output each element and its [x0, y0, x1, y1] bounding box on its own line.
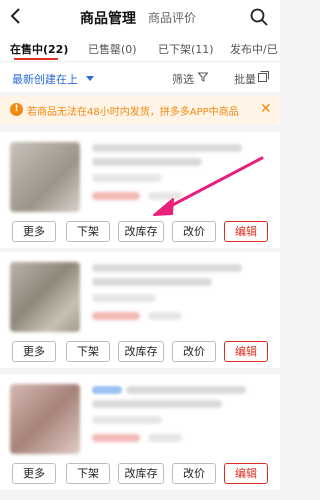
product-subtitle-blurred — [92, 278, 212, 286]
change-price-button[interactable]: 改价 — [172, 341, 216, 362]
product-sales-blurred — [148, 312, 182, 320]
edit-stock-button[interactable]: 改库存 — [118, 341, 164, 362]
active-tab-indicator — [14, 58, 58, 60]
more-button[interactable]: 更多 — [12, 341, 56, 362]
batch-icon[interactable] — [258, 71, 269, 82]
product-title-blurred — [126, 386, 246, 394]
page-title: 商品管理 — [80, 11, 136, 27]
change-price-button[interactable]: 改价 — [172, 463, 216, 484]
product-sales-blurred — [148, 434, 182, 442]
product-price-blurred — [92, 312, 140, 320]
tab-product-reviews[interactable]: 商品评价 — [148, 9, 196, 26]
close-icon[interactable]: ✕ — [260, 101, 272, 117]
delist-button[interactable]: 下架 — [66, 221, 110, 242]
tab-sold-out[interactable]: 已售罄(0) — [88, 41, 137, 57]
product-price-blurred — [92, 192, 140, 200]
product-card[interactable]: 更多 下架 改库存 改价 编辑 — [0, 132, 280, 248]
edit-button[interactable]: 编辑 — [224, 341, 268, 362]
change-price-button[interactable]: 改价 — [172, 221, 216, 242]
edit-button[interactable]: 编辑 — [224, 463, 268, 484]
product-thumbnail[interactable] — [10, 384, 80, 454]
edit-stock-button[interactable]: 改库存 — [118, 463, 164, 484]
status-tabs: 在售中(22) 已售罄(0) 已下架(11) 发布中/已 — [0, 34, 280, 62]
product-tag-blurred — [92, 386, 122, 394]
tab-delisted[interactable]: 已下架(11) — [158, 41, 214, 57]
filter-icon[interactable] — [198, 72, 208, 82]
search-icon[interactable] — [248, 6, 270, 28]
product-price-blurred — [92, 434, 140, 442]
product-card[interactable]: 更多 下架 改库存 改价 编辑 — [0, 252, 280, 368]
caret-down-icon[interactable] — [86, 76, 94, 81]
shipping-notice-banner: ! 若商品无法在48小时内发货，拼多多APP中商品 ✕ — [0, 96, 280, 124]
batch-button[interactable]: 批量 — [234, 71, 256, 87]
tab-publishing[interactable]: 发布中/已 — [230, 41, 278, 57]
tab-on-sale[interactable]: 在售中(22) — [10, 41, 68, 57]
more-button[interactable]: 更多 — [12, 221, 56, 242]
back-arrow-icon[interactable] — [6, 5, 28, 27]
product-card[interactable]: 更多 下架 改库存 改价 编辑 — [0, 374, 280, 490]
more-button[interactable]: 更多 — [12, 463, 56, 484]
sort-filter-bar: 最新创建在上 筛选 批量 — [0, 62, 280, 92]
top-bar: 商品管理 商品评价 — [0, 0, 280, 34]
product-thumbnail[interactable] — [10, 262, 80, 332]
product-meta-blurred — [92, 294, 156, 302]
product-meta-blurred — [92, 174, 162, 182]
product-meta-blurred — [92, 416, 162, 424]
product-title-blurred — [92, 264, 242, 272]
product-subtitle-blurred — [92, 400, 222, 408]
notice-text: 若商品无法在48小时内发货，拼多多APP中商品 — [27, 107, 239, 118]
product-title-blurred — [92, 144, 242, 152]
sort-dropdown[interactable]: 最新创建在上 — [12, 71, 78, 87]
filter-button[interactable]: 筛选 — [172, 71, 194, 87]
delist-button[interactable]: 下架 — [66, 341, 110, 362]
product-sales-blurred — [148, 192, 182, 200]
warning-icon: ! — [10, 103, 23, 116]
edit-button[interactable]: 编辑 — [224, 221, 268, 242]
delist-button[interactable]: 下架 — [66, 463, 110, 484]
edit-stock-button[interactable]: 改库存 — [118, 221, 164, 242]
product-thumbnail[interactable] — [10, 142, 80, 212]
product-subtitle-blurred — [92, 158, 202, 166]
